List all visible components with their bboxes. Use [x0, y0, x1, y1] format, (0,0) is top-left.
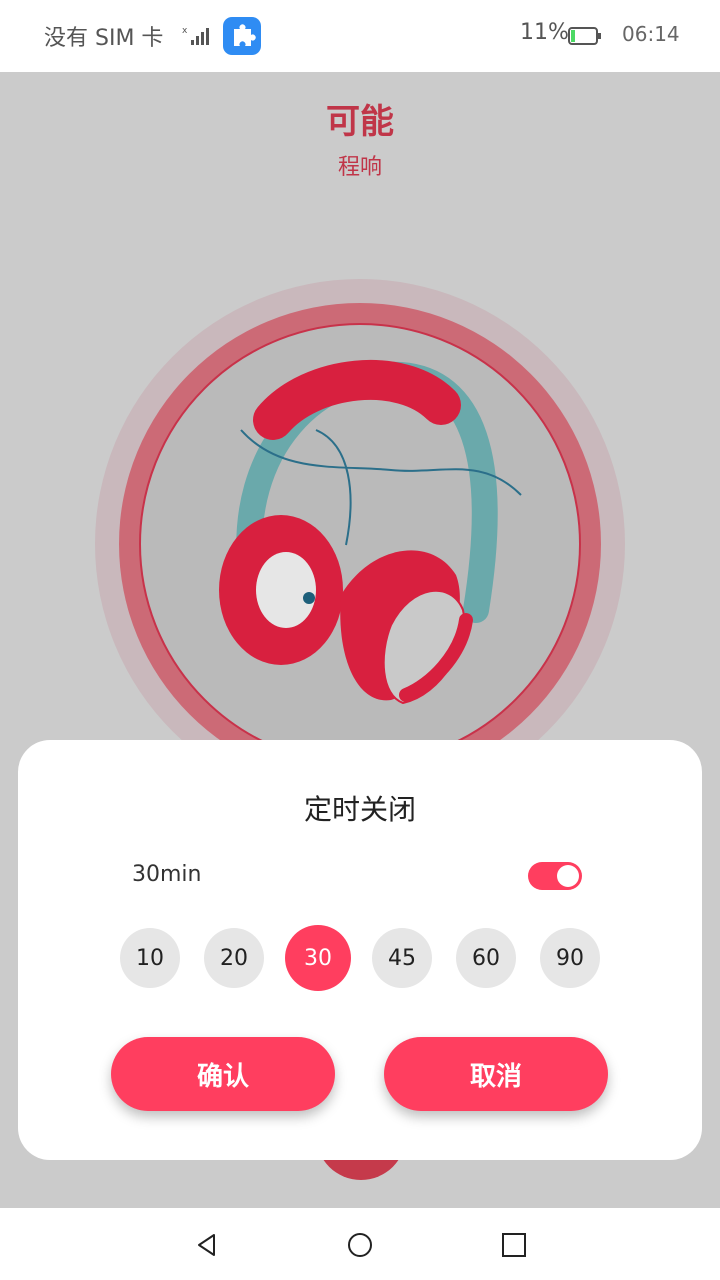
- clock: 06:14: [622, 22, 680, 46]
- toggle-knob: [557, 865, 579, 887]
- timer-option-10[interactable]: 10: [120, 928, 180, 988]
- battery-percent: 11%: [520, 20, 569, 45]
- timer-option-60[interactable]: 60: [456, 928, 516, 988]
- recents-icon[interactable]: [499, 1230, 529, 1260]
- timer-options: 10 20 30 45 60 90: [120, 925, 620, 991]
- timer-toggle[interactable]: [528, 862, 582, 890]
- dialog-title: 定时关闭: [303, 793, 416, 826]
- timer-option-20[interactable]: 20: [204, 928, 264, 988]
- song-artist: 程响: [337, 155, 382, 180]
- album-cover: [139, 323, 581, 765]
- timer-option-45[interactable]: 45: [372, 928, 432, 988]
- headphones-illustration: [219, 360, 522, 705]
- puzzle-app-icon: [223, 17, 261, 55]
- navigation-bar: [0, 1208, 720, 1280]
- confirm-button[interactable]: 确认: [111, 1037, 335, 1111]
- status-bar: 没有 SIM 卡 x 11% 06:14: [0, 0, 720, 72]
- signal-icon: x: [182, 26, 209, 45]
- song-title: 可能: [326, 102, 394, 142]
- home-icon[interactable]: [345, 1230, 375, 1260]
- timer-option-30[interactable]: 30: [285, 925, 351, 991]
- carrier-text: 没有 SIM 卡: [44, 26, 164, 51]
- timer-option-90[interactable]: 90: [540, 928, 600, 988]
- cancel-button[interactable]: 取消: [384, 1037, 608, 1111]
- back-icon[interactable]: [192, 1230, 222, 1260]
- timer-current-value: 30min: [132, 862, 202, 887]
- sleep-timer-dialog: 定时关闭 30min 10 20 30 45 60 90 确认 取消: [18, 740, 702, 1160]
- svg-text:x: x: [182, 26, 188, 36]
- battery-icon: [568, 27, 601, 45]
